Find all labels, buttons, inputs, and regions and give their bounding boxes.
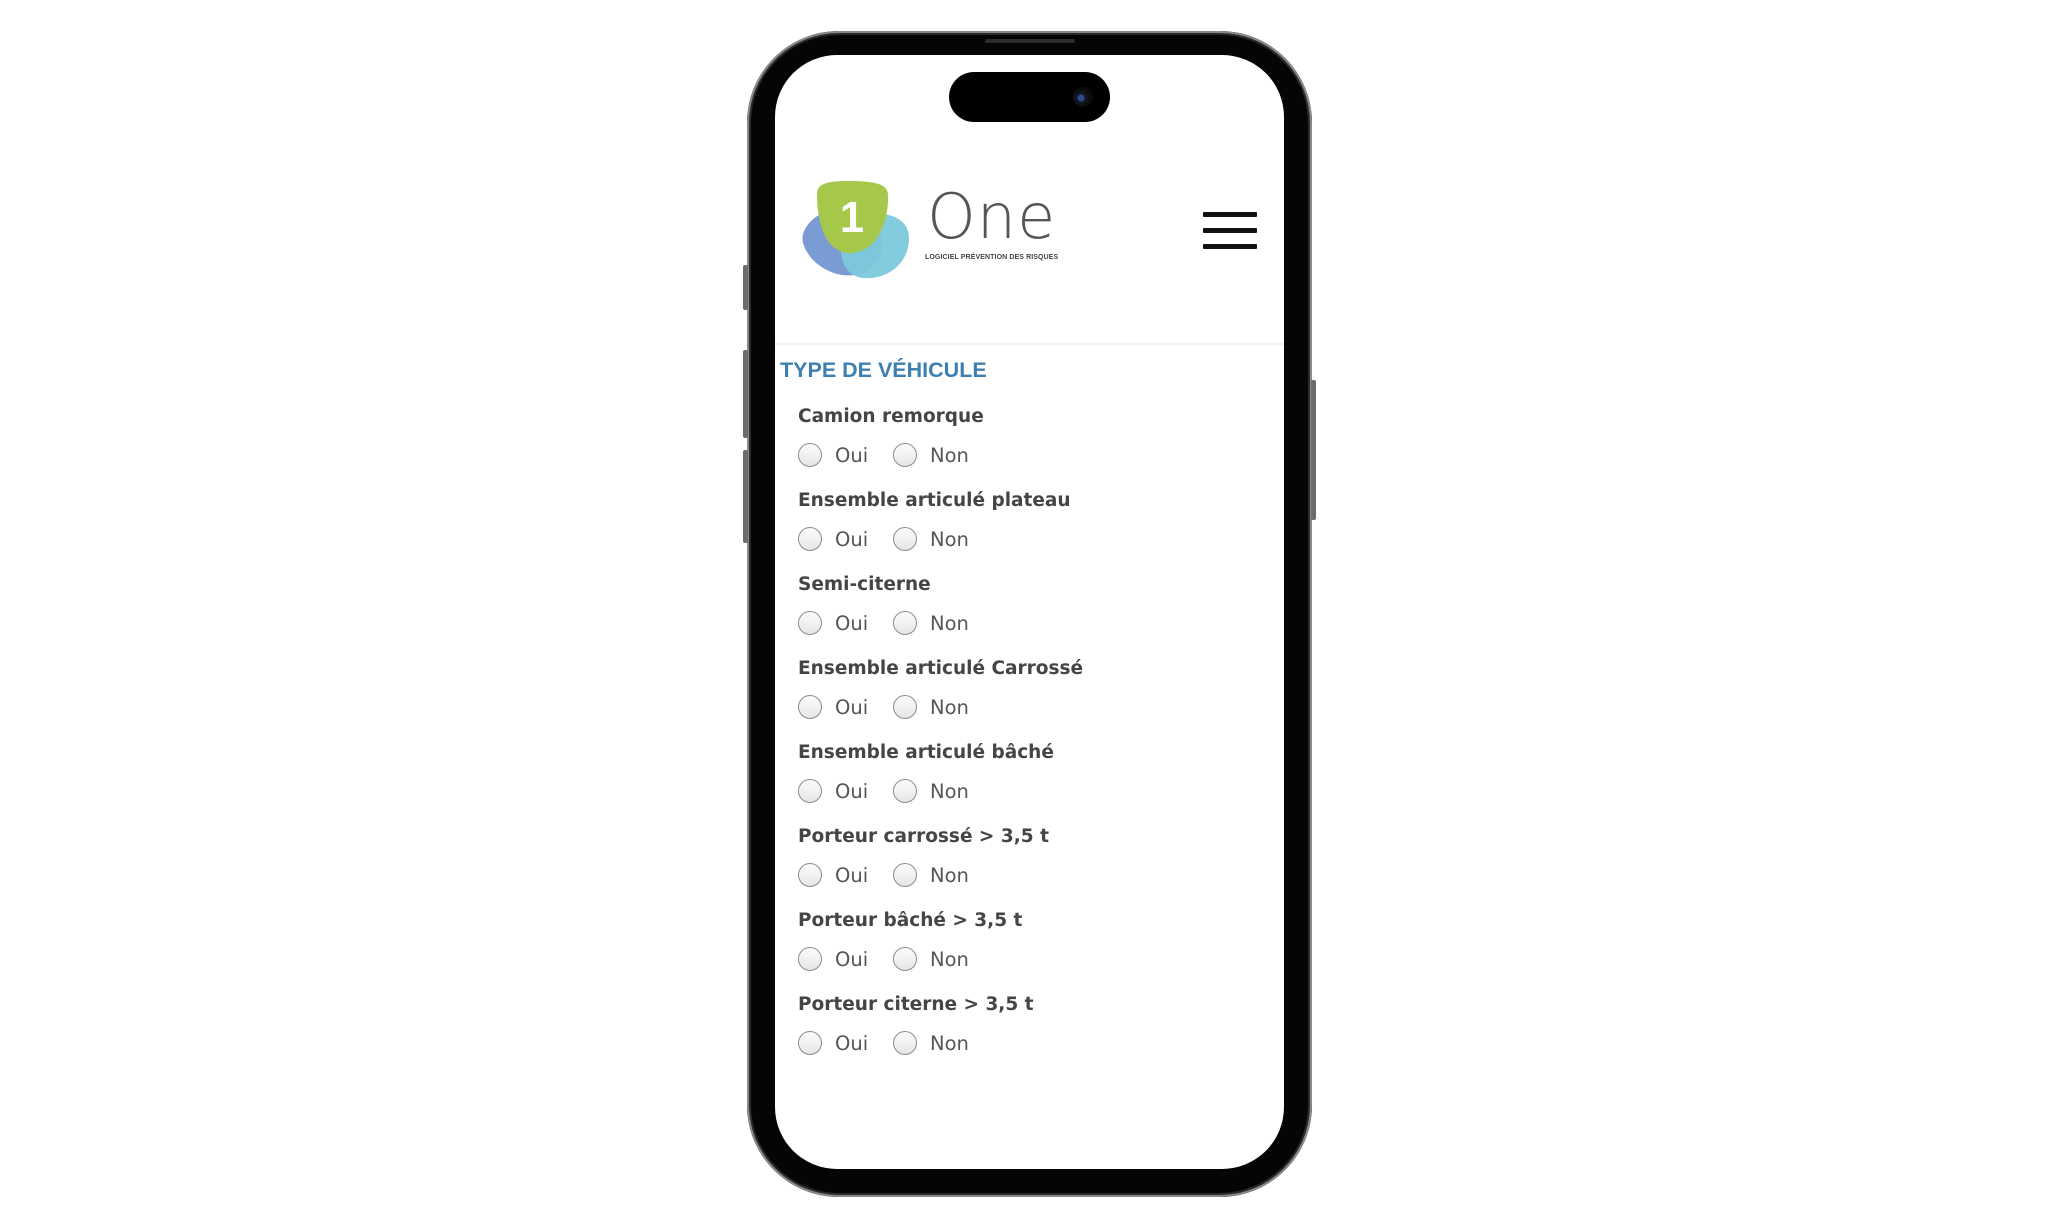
option-non[interactable]: Non (893, 863, 969, 887)
option-label: Oui (835, 863, 869, 887)
question-semi-citerne: Semi-citerne Oui Non (798, 572, 1268, 656)
option-oui[interactable]: Oui (798, 1031, 881, 1055)
volume-up-button (743, 350, 748, 438)
question-label: Ensemble articulé plateau (798, 490, 1071, 511)
action-button (743, 265, 748, 310)
option-label: Oui (835, 443, 869, 467)
question-label: Semi-citerne (798, 574, 931, 595)
option-oui[interactable]: Oui (798, 611, 881, 635)
radio-oui[interactable] (798, 443, 822, 467)
option-label: Non (930, 863, 969, 887)
hamburger-menu-icon (1203, 244, 1257, 249)
section-title: TYPE DE VÉHICULE (780, 358, 987, 382)
radio-group: Oui Non (798, 693, 969, 721)
logo-mark-icon: 1 (802, 181, 909, 279)
radio-non[interactable] (893, 527, 917, 551)
option-label: Non (930, 527, 969, 551)
earpiece-speaker (985, 39, 1075, 43)
radio-non[interactable] (893, 863, 917, 887)
option-label: Oui (835, 611, 869, 635)
menu-button[interactable] (1201, 209, 1257, 251)
question-ensemble-articule-carrosse: Ensemble articulé Carrossé Oui Non (798, 656, 1268, 740)
option-non[interactable]: Non (893, 947, 969, 971)
option-label: Oui (835, 779, 869, 803)
question-porteur-bache: Porteur bâché > 3,5 t Oui Non (798, 908, 1268, 992)
radio-group: Oui Non (798, 1029, 969, 1057)
question-label: Ensemble articulé Carrossé (798, 658, 1084, 679)
option-oui[interactable]: Oui (798, 947, 881, 971)
option-non[interactable]: Non (893, 779, 969, 803)
phone-screen: 1 One LOGICIEL PRÉVENTION DES RISQUES TY… (775, 55, 1284, 1169)
option-non[interactable]: Non (893, 1031, 969, 1055)
power-button (1311, 380, 1316, 520)
question-label: Porteur citerne > 3,5 t (798, 994, 1034, 1015)
radio-oui[interactable] (798, 527, 822, 551)
hamburger-menu-icon (1203, 228, 1257, 233)
option-non[interactable]: Non (893, 611, 969, 635)
option-label: Non (930, 443, 969, 467)
logo-tagline: LOGICIEL PRÉVENTION DES RISQUES (925, 254, 1059, 261)
radio-oui[interactable] (798, 947, 822, 971)
app-logo[interactable]: 1 One LOGICIEL PRÉVENTION DES RISQUES (797, 180, 1059, 280)
option-label: Non (930, 779, 969, 803)
radio-group: Oui Non (798, 441, 969, 469)
vehicle-type-questions: Camion remorque Oui Non Ensemble articul… (798, 404, 1268, 1076)
option-non[interactable]: Non (893, 527, 969, 551)
question-label: Ensemble articulé bâché (798, 742, 1054, 763)
hamburger-menu-icon (1203, 212, 1257, 217)
radio-non[interactable] (893, 443, 917, 467)
option-oui[interactable]: Oui (798, 527, 881, 551)
front-camera-icon (1073, 87, 1093, 107)
radio-group: Oui Non (798, 609, 969, 637)
header-divider (775, 343, 1284, 345)
option-oui[interactable]: Oui (798, 863, 881, 887)
option-label: Non (930, 1031, 969, 1055)
question-porteur-citerne: Porteur citerne > 3,5 t Oui Non (798, 992, 1268, 1076)
radio-non[interactable] (893, 695, 917, 719)
radio-group: Oui Non (798, 861, 969, 889)
question-camion-remorque: Camion remorque Oui Non (798, 404, 1268, 488)
option-label: Oui (835, 947, 869, 971)
option-non[interactable]: Non (893, 443, 969, 467)
option-non[interactable]: Non (893, 695, 969, 719)
question-label: Porteur bâché > 3,5 t (798, 910, 1023, 931)
option-oui[interactable]: Oui (798, 779, 881, 803)
question-ensemble-articule-plateau: Ensemble articulé plateau Oui Non (798, 488, 1268, 572)
radio-oui[interactable] (798, 695, 822, 719)
question-label: Porteur carrossé > 3,5 t (798, 826, 1049, 847)
question-porteur-carrosse: Porteur carrossé > 3,5 t Oui Non (798, 824, 1268, 908)
radio-non[interactable] (893, 1031, 917, 1055)
logo-wordmark: One (927, 180, 1057, 253)
option-oui[interactable]: Oui (798, 443, 881, 467)
radio-oui[interactable] (798, 611, 822, 635)
option-label: Non (930, 947, 969, 971)
radio-group: Oui Non (798, 525, 969, 553)
dynamic-island (949, 72, 1110, 122)
question-ensemble-articule-bache: Ensemble articulé bâché Oui Non (798, 740, 1268, 824)
option-label: Non (930, 695, 969, 719)
radio-oui[interactable] (798, 863, 822, 887)
radio-non[interactable] (893, 947, 917, 971)
radio-oui[interactable] (798, 779, 822, 803)
radio-oui[interactable] (798, 1031, 822, 1055)
option-label: Non (930, 611, 969, 635)
radio-non[interactable] (893, 611, 917, 635)
logo-digit: 1 (840, 193, 864, 242)
radio-group: Oui Non (798, 777, 969, 805)
volume-down-button (743, 450, 748, 543)
option-oui[interactable]: Oui (798, 695, 881, 719)
radio-non[interactable] (893, 779, 917, 803)
option-label: Oui (835, 527, 869, 551)
option-label: Oui (835, 1031, 869, 1055)
option-label: Oui (835, 695, 869, 719)
question-label: Camion remorque (798, 406, 984, 427)
radio-group: Oui Non (798, 945, 969, 973)
